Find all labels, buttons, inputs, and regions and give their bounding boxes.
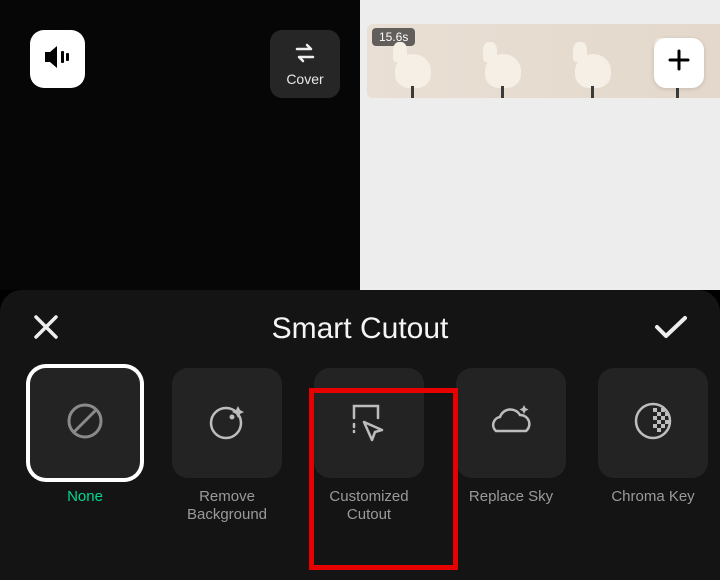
cover-label: Cover <box>286 71 323 87</box>
customized-cutout-icon <box>346 398 392 449</box>
add-clip-button[interactable] <box>654 38 704 88</box>
panel-title: Smart Cutout <box>0 312 720 346</box>
chroma-key-icon <box>631 399 675 448</box>
option-remove-background[interactable]: Remove Background <box>172 368 282 524</box>
timeline-pane: 15.6s <box>363 0 720 290</box>
swap-icon <box>292 42 318 67</box>
option-customized-cutout[interactable]: Customized Cutout <box>314 368 424 524</box>
close-icon <box>32 328 60 345</box>
option-tile <box>456 368 566 478</box>
option-tile <box>172 368 282 478</box>
replace-sky-icon <box>486 401 536 446</box>
panel-header: Smart Cutout <box>0 290 720 368</box>
option-tile <box>30 368 140 478</box>
confirm-button[interactable] <box>646 306 696 353</box>
smart-cutout-panel: Smart Cutout None <box>0 290 720 580</box>
none-icon <box>63 399 107 448</box>
option-label: Remove Background <box>187 488 267 524</box>
option-tile <box>314 368 424 478</box>
option-label: Replace Sky <box>469 488 553 506</box>
option-label: Chroma Key <box>611 488 694 506</box>
volume-button[interactable] <box>30 30 85 88</box>
preview-left-pane: Cover <box>0 0 360 290</box>
option-tile <box>598 368 708 478</box>
clip-thumbnail <box>567 40 619 98</box>
clip-thumbnail <box>387 40 439 98</box>
cutout-options: None Remove Background <box>0 368 720 524</box>
option-replace-sky[interactable]: Replace Sky <box>456 368 566 506</box>
close-button[interactable] <box>24 305 68 354</box>
remove-background-icon <box>204 398 250 449</box>
option-chroma-key[interactable]: Chroma Key <box>598 368 708 506</box>
cover-button[interactable]: Cover <box>270 30 340 98</box>
check-icon <box>654 327 688 344</box>
preview-area: Cover 15.6s <box>0 0 720 290</box>
option-label: Customized Cutout <box>329 488 408 524</box>
plus-icon <box>667 46 691 80</box>
clip-thumbnail <box>477 40 529 98</box>
option-none[interactable]: None <box>30 368 140 506</box>
volume-icon <box>43 44 73 75</box>
option-label: None <box>67 488 103 506</box>
